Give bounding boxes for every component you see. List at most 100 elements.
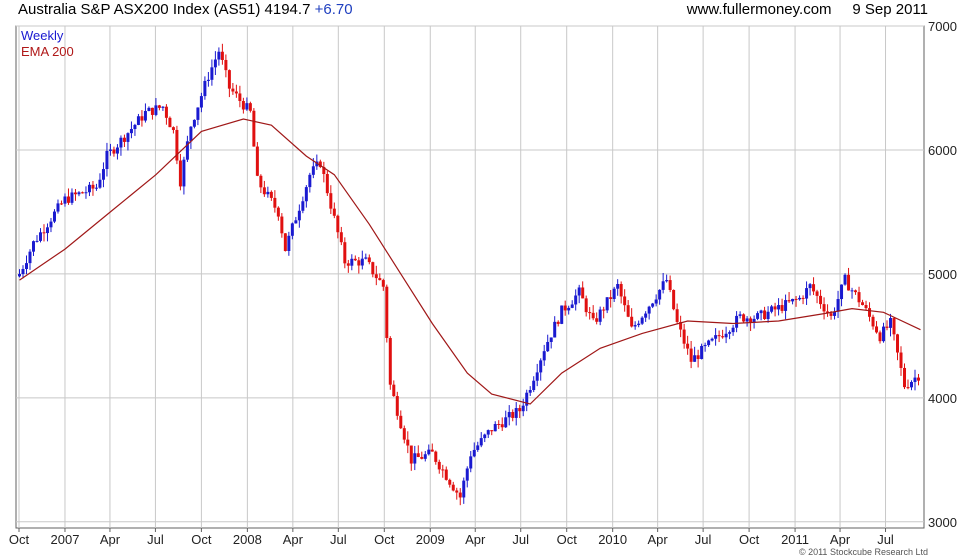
candle-down (518, 408, 522, 412)
candle-up (301, 201, 305, 211)
candle-up (245, 103, 249, 110)
candle-down (329, 193, 333, 209)
candle-up (133, 124, 137, 130)
candle-up (843, 274, 847, 285)
candle-down (234, 91, 238, 94)
candle-up (203, 80, 207, 97)
x-tick-label: Apr (465, 532, 486, 547)
candle-down (357, 260, 361, 266)
x-tick-label: Jul (330, 532, 347, 547)
copyright-text: © 2011 Stockcube Research Ltd (798, 547, 928, 557)
candle-down (140, 116, 144, 121)
chart-svg: 3000 4000 5000 6000 7000 Oct 2007 Apr Jul Oct 2008… (9, 19, 957, 547)
candle-up (465, 468, 469, 481)
candle-up (108, 149, 112, 151)
candle-down (409, 445, 413, 464)
candle-up (147, 107, 151, 111)
x-tick-label: Apr (648, 532, 669, 547)
candle-up (105, 150, 109, 170)
candle-down (420, 456, 424, 459)
candle-down (861, 302, 865, 306)
candle-down (801, 297, 805, 299)
candle-up (724, 333, 728, 338)
plot-frame (15, 25, 925, 529)
candle-up (423, 454, 427, 459)
candle-down (248, 103, 252, 111)
candle-up (651, 303, 655, 307)
candle-up (836, 299, 840, 312)
candle-down (399, 415, 403, 429)
candle-down (66, 196, 70, 203)
candle-down (336, 215, 340, 233)
candle-up (658, 289, 662, 300)
candle-down (262, 187, 266, 195)
x-tick-label: Jul (695, 532, 712, 547)
candle-up (567, 307, 571, 311)
candle-up (479, 438, 483, 446)
candle-down (392, 384, 396, 397)
candle-down (252, 110, 256, 147)
candle-down (500, 424, 504, 428)
candle-up (161, 106, 165, 108)
candle-down (406, 439, 410, 446)
candle-down (609, 297, 613, 299)
candle-up (115, 147, 119, 154)
y-tick-label: 7000 (928, 19, 957, 34)
candle-up (266, 191, 270, 195)
candle-down (875, 326, 879, 333)
candle-down (112, 149, 116, 154)
candle-up (413, 453, 417, 464)
candle-down (150, 107, 154, 115)
candle-up (84, 192, 88, 194)
candle-up (87, 184, 91, 193)
x-tick-label: 2007 (51, 532, 80, 547)
candle-up (577, 287, 581, 296)
x-tick-label: Oct (191, 532, 212, 547)
candle-up (21, 269, 25, 275)
candle-up (70, 192, 74, 203)
candle-up (217, 51, 221, 60)
candle-up (196, 107, 200, 120)
candle-up (889, 318, 893, 328)
candle-down (220, 51, 224, 60)
candle-down (773, 306, 777, 310)
candle-up (850, 290, 854, 292)
candle-up (570, 304, 574, 308)
candle-up (126, 133, 130, 142)
candle-up (294, 220, 298, 224)
candle-up (472, 449, 476, 457)
candle-down (269, 191, 273, 198)
candle-down (122, 137, 126, 142)
candle-up (542, 351, 546, 361)
chart-window: Australia S&P ASX200 Index (AS51) 4194.7… (0, 0, 980, 560)
candle-up (136, 116, 140, 125)
candle-up (304, 187, 308, 202)
candle-up (808, 284, 812, 289)
candle-down (819, 295, 823, 305)
candle-down (451, 484, 455, 491)
candle-down (59, 203, 63, 205)
candle-down (280, 216, 284, 234)
candle-down (441, 469, 445, 471)
candle-down (742, 314, 746, 322)
candle-up (553, 321, 557, 338)
candle-down (325, 174, 329, 194)
candle-down (689, 348, 693, 362)
candle-down (430, 449, 434, 452)
candle-down (91, 184, 95, 189)
candle-up (647, 306, 651, 314)
candle-up (287, 235, 291, 252)
candle-up (598, 309, 602, 322)
candle-up (129, 129, 133, 134)
candle-down (157, 105, 161, 108)
candle-down (871, 316, 875, 327)
candle-down (780, 305, 784, 311)
candle-down (511, 412, 515, 418)
candle-up (189, 126, 193, 142)
candle-up (98, 179, 102, 188)
candle-down (332, 208, 336, 216)
candle-up (56, 203, 60, 212)
candle-down (588, 312, 592, 314)
candle-down (374, 274, 378, 279)
candle-up (637, 323, 641, 326)
